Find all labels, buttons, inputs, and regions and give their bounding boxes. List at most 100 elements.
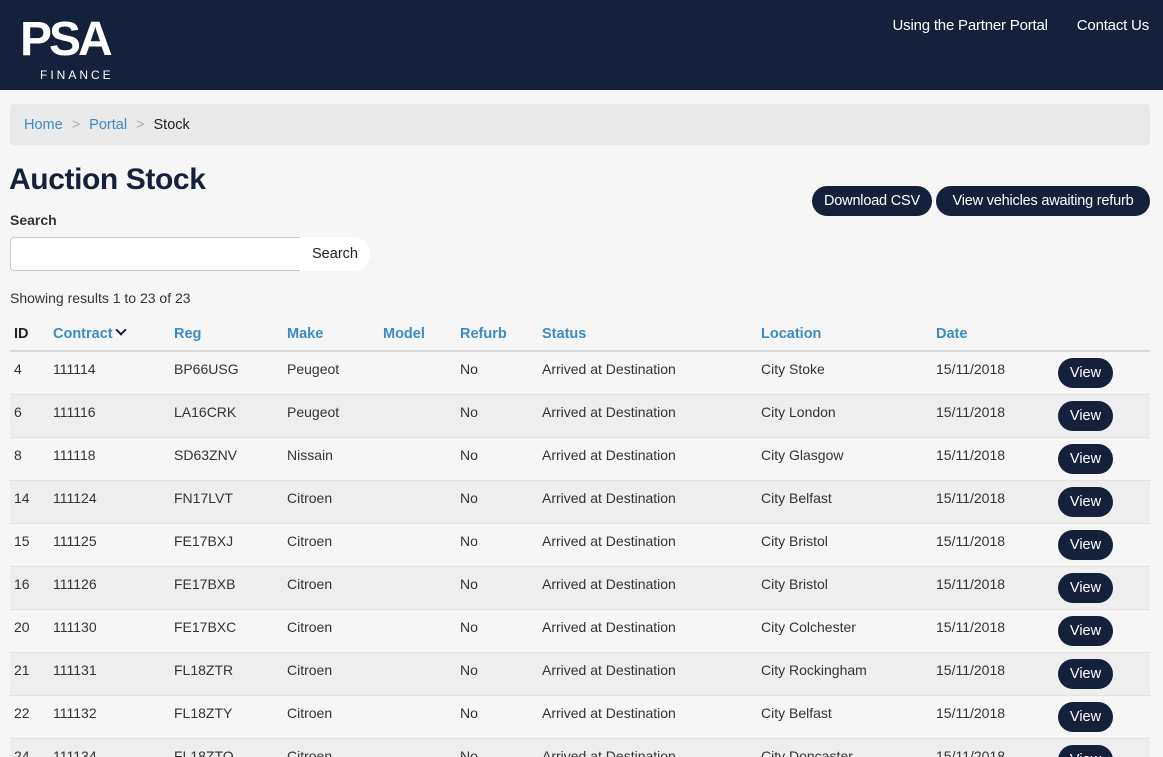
cell-status: Arrived at Destination <box>538 523 757 567</box>
cell-id: 21 <box>10 652 49 696</box>
column-header-location[interactable]: Location <box>757 318 932 352</box>
cell-date: 15/11/2018 <box>932 351 1054 395</box>
cell-date: 15/11/2018 <box>932 566 1054 610</box>
cell-status: Arrived at Destination <box>538 609 757 653</box>
cell-reg: FE17BXC <box>170 609 283 653</box>
cell-actions: View <box>1054 523 1150 567</box>
cell-reg: FL18ZTY <box>170 695 283 739</box>
results-count: Showing results 1 to 23 of 23 <box>10 290 191 306</box>
breadcrumb-current: Stock <box>153 116 190 133</box>
column-header-reg[interactable]: Reg <box>170 318 283 352</box>
svg-text:FINANCE: FINANCE <box>40 68 114 82</box>
cell-model <box>379 523 456 567</box>
breadcrumb-portal[interactable]: Portal <box>89 117 127 133</box>
cell-id: 14 <box>10 480 49 524</box>
table-row: 21 111131 FL18ZTR Citroen No Arrived at Desti… <box>10 652 1150 696</box>
view-button[interactable]: View <box>1058 744 1113 757</box>
cell-make: Nissain <box>283 437 379 481</box>
column-header-make[interactable]: Make <box>283 318 379 352</box>
table-row: 14 111124 FN17LVT Citroen No Arrived at Desti… <box>10 480 1150 524</box>
table-row: 8 111118 SD63ZNV Nissain No Arrived at Destin… <box>10 437 1150 481</box>
top-nav: Using the Partner Portal Contact Us <box>893 17 1150 34</box>
cell-reg: LA16CRK <box>170 394 283 438</box>
table-row: 4 111114 BP66USG Peugeot No Arrived at Destin… <box>10 351 1150 395</box>
cell-model <box>379 437 456 481</box>
view-button[interactable]: View <box>1058 658 1113 689</box>
cell-status: Arrived at Destination <box>538 480 757 524</box>
cell-model <box>379 351 456 395</box>
cell-make: Citroen <box>283 566 379 610</box>
table-row: 24 111134 FL18ZTO Citroen No Arrived at Desti… <box>10 738 1150 757</box>
view-button[interactable]: View <box>1058 400 1113 431</box>
cell-actions: View <box>1054 480 1150 524</box>
cell-contract: 111126 <box>49 566 170 610</box>
column-header-label: Contract <box>53 326 113 342</box>
cell-model <box>379 394 456 438</box>
cell-status: Arrived at Destination <box>538 351 757 395</box>
cell-contract: 111125 <box>49 523 170 567</box>
view-button[interactable]: View <box>1058 486 1113 517</box>
view-button[interactable]: View <box>1058 615 1113 646</box>
nav-link-contact-us[interactable]: Contact Us <box>1077 17 1149 34</box>
cell-reg: FL18ZTO <box>170 738 283 757</box>
cell-id: 8 <box>10 437 49 481</box>
stock-table: ID Contract Reg Make Model Refurb Status… <box>10 318 1150 757</box>
cell-location: City Glasgow <box>757 437 932 481</box>
column-header-date[interactable]: Date <box>932 318 1054 352</box>
cell-actions: View <box>1054 437 1150 481</box>
cell-make: Peugeot <box>283 351 379 395</box>
cell-reg: SD63ZNV <box>170 437 283 481</box>
cell-reg: FE17BXB <box>170 566 283 610</box>
cell-date: 15/11/2018 <box>932 480 1054 524</box>
cell-status: Arrived at Destination <box>538 738 757 757</box>
cell-status: Arrived at Destination <box>538 566 757 610</box>
view-button[interactable]: View <box>1058 572 1113 603</box>
cell-refurb: No <box>456 738 538 757</box>
cell-refurb: No <box>456 351 538 395</box>
cell-contract: 111132 <box>49 695 170 739</box>
cell-contract: 111130 <box>49 609 170 653</box>
cell-id: 24 <box>10 738 49 757</box>
column-header-id: ID <box>10 318 49 352</box>
table-row: 16 111126 FE17BXB Citroen No Arrived at Desti… <box>10 566 1150 610</box>
cell-contract: 111118 <box>49 437 170 481</box>
cell-date: 15/11/2018 <box>932 738 1054 757</box>
search-button[interactable]: Search <box>300 237 370 271</box>
column-header-contract[interactable]: Contract <box>49 318 170 352</box>
psa-finance-logo-icon[interactable]: PSA FINANCE <box>18 10 146 82</box>
cell-status: Arrived at Destination <box>538 394 757 438</box>
cell-make: Citroen <box>283 480 379 524</box>
cell-contract: 111134 <box>49 738 170 757</box>
cell-location: City Colchester <box>757 609 932 653</box>
cell-reg: FN17LVT <box>170 480 283 524</box>
column-header-refurb[interactable]: Refurb <box>456 318 538 352</box>
cell-status: Arrived at Destination <box>538 437 757 481</box>
cell-date: 15/11/2018 <box>932 394 1054 438</box>
page-title: Auction Stock <box>9 163 206 196</box>
cell-contract: 111124 <box>49 480 170 524</box>
cell-refurb: No <box>456 523 538 567</box>
svg-text:PSA: PSA <box>20 13 112 66</box>
cell-model <box>379 566 456 610</box>
view-refurb-button[interactable]: View vehicles awaiting refurb <box>936 186 1150 216</box>
search-input[interactable] <box>10 237 301 271</box>
cell-id: 4 <box>10 351 49 395</box>
view-button[interactable]: View <box>1058 358 1113 388</box>
download-csv-button[interactable]: Download CSV <box>812 186 932 216</box>
column-header-model[interactable]: Model <box>379 318 456 352</box>
table-row: 15 111125 FE17BXJ Citroen No Arrived at Desti… <box>10 523 1150 567</box>
cell-status: Arrived at Destination <box>538 695 757 739</box>
cell-date: 15/11/2018 <box>932 437 1054 481</box>
cell-actions: View <box>1054 394 1150 438</box>
nav-link-partner-portal[interactable]: Using the Partner Portal <box>893 17 1048 34</box>
cell-id: 6 <box>10 394 49 438</box>
column-header-status[interactable]: Status <box>538 318 757 352</box>
view-button[interactable]: View <box>1058 529 1113 560</box>
cell-date: 15/11/2018 <box>932 609 1054 653</box>
cell-reg: FE17BXJ <box>170 523 283 567</box>
view-button[interactable]: View <box>1058 701 1113 732</box>
cell-reg: FL18ZTR <box>170 652 283 696</box>
cell-model <box>379 652 456 696</box>
breadcrumb-home[interactable]: Home <box>24 117 63 133</box>
view-button[interactable]: View <box>1058 443 1113 474</box>
